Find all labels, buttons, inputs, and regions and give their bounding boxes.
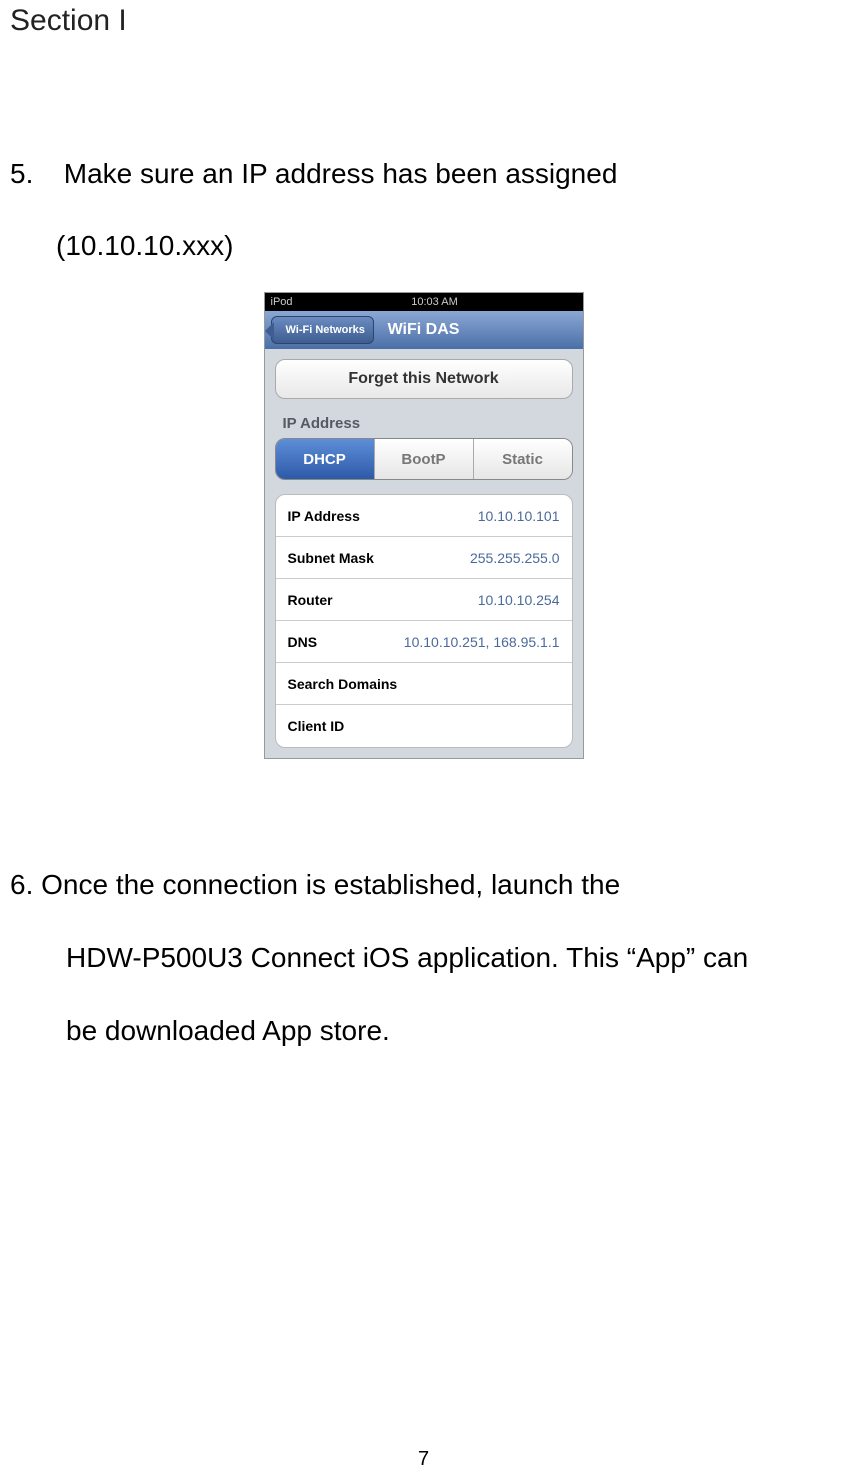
tab-dhcp[interactable]: DHCP bbox=[276, 439, 375, 479]
row-value: 10.10.10.101 bbox=[478, 508, 560, 524]
row-value: 255.255.255.0 bbox=[470, 550, 560, 566]
step-5-line-1: 5. Make sure an IP address has been assi… bbox=[0, 158, 847, 190]
status-carrier: iPod bbox=[271, 296, 293, 308]
section-title: Section I bbox=[0, 0, 847, 38]
step-5-line-2: (10.10.10.xxx) bbox=[0, 230, 847, 262]
row-value: 10.10.10.254 bbox=[478, 592, 560, 608]
nav-title: WiFi DAS bbox=[388, 321, 460, 339]
step-6: 6. Once the connection is established, l… bbox=[0, 849, 847, 1067]
row-label: DNS bbox=[288, 634, 318, 650]
status-time: 10:03 AM bbox=[411, 296, 457, 308]
row-label: IP Address bbox=[288, 508, 360, 524]
row-router[interactable]: Router 10.10.10.254 bbox=[276, 579, 572, 621]
back-button[interactable]: Wi-Fi Networks bbox=[271, 316, 374, 344]
ip-mode-segmented-control[interactable]: DHCP BootP Static bbox=[275, 438, 573, 480]
row-label: Router bbox=[288, 592, 333, 608]
row-client-id[interactable]: Client ID bbox=[276, 705, 572, 747]
step-5-number: 5. bbox=[10, 158, 56, 190]
nav-bar: Wi-Fi Networks WiFi DAS bbox=[265, 311, 583, 349]
step-6-line-2: HDW-P500U3 Connect iOS application. This… bbox=[10, 922, 847, 995]
page-number: 7 bbox=[418, 1448, 429, 1471]
tab-static[interactable]: Static bbox=[474, 439, 572, 479]
back-button-label: Wi-Fi Networks bbox=[286, 324, 365, 336]
row-ip-address[interactable]: IP Address 10.10.10.101 bbox=[276, 495, 572, 537]
row-value: 10.10.10.251, 168.95.1.1 bbox=[404, 634, 560, 650]
tab-bootp[interactable]: BootP bbox=[375, 439, 474, 479]
step-5-text-1: Make sure an IP address has been assigne… bbox=[64, 158, 618, 189]
row-label: Subnet Mask bbox=[288, 550, 374, 566]
step-6-line-3: be downloaded App store. bbox=[10, 995, 847, 1068]
status-bar: iPod 10:03 AM bbox=[265, 293, 583, 311]
forget-network-button[interactable]: Forget this Network bbox=[275, 359, 573, 399]
row-subnet-mask[interactable]: Subnet Mask 255.255.255.0 bbox=[276, 537, 572, 579]
row-label: Client ID bbox=[288, 718, 345, 734]
ip-section-label: IP Address bbox=[275, 413, 573, 438]
row-label: Search Domains bbox=[288, 676, 398, 692]
row-dns[interactable]: DNS 10.10.10.251, 168.95.1.1 bbox=[276, 621, 572, 663]
row-search-domains[interactable]: Search Domains bbox=[276, 663, 572, 705]
settings-body: Forget this Network IP Address DHCP Boot… bbox=[265, 349, 583, 758]
ipod-screenshot: iPod 10:03 AM Wi-Fi Networks WiFi DAS Fo… bbox=[264, 292, 584, 759]
step-6-line-1: 6. Once the connection is established, l… bbox=[10, 849, 847, 922]
ip-info-table: IP Address 10.10.10.101 Subnet Mask 255.… bbox=[275, 494, 573, 748]
